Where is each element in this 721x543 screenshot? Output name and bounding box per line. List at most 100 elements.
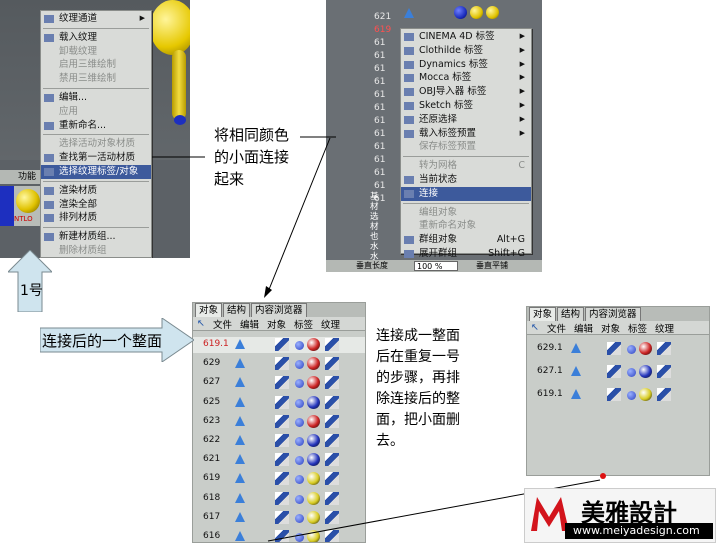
menu-item[interactable]: 载入纹理 — [41, 31, 151, 45]
phong-tag-icon[interactable] — [295, 437, 304, 446]
tab-0[interactable]: 对象 — [195, 303, 223, 317]
menu-item[interactable]: 编组对象 — [401, 206, 531, 220]
menu-item[interactable]: 删除材质组 — [41, 244, 151, 258]
menu-item[interactable]: Clothilde 标签 ▶ — [401, 44, 531, 58]
phong-tag-icon[interactable] — [295, 379, 304, 389]
object-row-number[interactable]: 61 — [374, 51, 385, 61]
texture-tag-icon[interactable] — [275, 357, 289, 371]
menu-item[interactable]: 卸载纹理 — [41, 45, 151, 59]
object-row-number[interactable]: 61 — [374, 64, 385, 74]
menu-item[interactable]: 查找第一活动材质 — [41, 151, 151, 165]
table-row[interactable]: 627.1 — [527, 364, 709, 380]
phong-tag-icon[interactable] — [295, 456, 304, 466]
object-row-number[interactable]: 621 — [374, 12, 391, 22]
object-row-number[interactable]: 61 — [374, 90, 385, 100]
phong-tag-icon[interactable] — [295, 360, 304, 370]
material-tag-icon[interactable] — [307, 491, 320, 505]
uvw-tag-icon[interactable] — [657, 388, 671, 401]
menu-item[interactable]: 编辑... — [41, 91, 151, 105]
menu-item[interactable]: 启用三维绘制 — [41, 58, 151, 72]
material-tag-icon[interactable] — [639, 342, 652, 355]
texture-tag-icon[interactable] — [275, 434, 289, 447]
menu-item[interactable]: 还原选择 ▶ — [401, 113, 531, 127]
object-row-number[interactable]: 61 — [374, 155, 385, 165]
menu-item[interactable]: 保存标签预置 — [401, 140, 531, 154]
object-row-number[interactable]: 61 — [374, 38, 385, 48]
phong-tag-icon[interactable] — [295, 533, 304, 542]
material-tag-icon[interactable] — [307, 434, 320, 447]
material-tag-icon[interactable] — [307, 510, 320, 524]
object-row-number[interactable]: 61 — [374, 181, 385, 191]
menu-item[interactable]: 重新命名... — [41, 119, 151, 133]
pointer-icon[interactable]: ↖ — [197, 318, 205, 329]
object-row-number[interactable]: 61 — [374, 116, 385, 126]
object-row-number[interactable]: 61 — [374, 129, 385, 139]
uvw-tag-icon[interactable] — [325, 453, 339, 467]
phong-tag-icon[interactable] — [295, 341, 304, 350]
texture-tag-icon[interactable] — [275, 338, 289, 351]
phong-tag-icon[interactable] — [295, 417, 304, 427]
menu-item[interactable]: 排列材质 — [41, 211, 151, 225]
table-row[interactable]: 629.1 — [527, 341, 709, 357]
texture-tag-icon[interactable] — [607, 365, 621, 378]
menu-item[interactable]: 载入标签预置 ▶ — [401, 127, 531, 141]
uvw-tag-icon[interactable] — [325, 434, 339, 447]
material-tag-icon[interactable] — [307, 376, 320, 390]
uvw-tag-icon[interactable] — [325, 530, 339, 542]
phong-tag-icon[interactable] — [295, 513, 304, 523]
table-row[interactable]: 619.1 — [193, 337, 365, 353]
menu-item[interactable]: 展开群组 Shift+G — [401, 247, 531, 261]
menu-item[interactable]: 渲染材质 — [41, 184, 151, 198]
menu-item[interactable]: 新建材质组... — [41, 230, 151, 244]
menubar-item[interactable]: 文件 — [213, 317, 232, 331]
menu-item[interactable]: 应用 — [41, 105, 151, 119]
phong-tag-icon[interactable] — [295, 494, 304, 504]
table-row[interactable]: 625 — [193, 395, 365, 411]
phong-tag-icon[interactable] — [627, 345, 636, 354]
menubar-item[interactable]: 编辑 — [574, 321, 593, 335]
texture-tag-icon[interactable] — [275, 510, 289, 524]
texture-tag-icon[interactable] — [275, 453, 289, 467]
object-row-number[interactable]: 61 — [374, 168, 385, 178]
tab-1[interactable]: 结构 — [223, 303, 251, 317]
phong-tag-icon[interactable] — [627, 391, 636, 400]
material-tag-icon[interactable] — [639, 388, 652, 401]
menu-item[interactable]: 连接 — [401, 186, 531, 201]
texture-tag-icon[interactable] — [275, 414, 289, 428]
menubar-item[interactable]: 对象 — [267, 317, 286, 331]
object-row-number[interactable]: 61 — [374, 77, 385, 87]
menu-item[interactable]: 选择活动对象材质 — [41, 137, 151, 151]
menu-item[interactable]: 当前状态 — [401, 173, 531, 187]
menubar-item[interactable]: 纹理 — [321, 317, 340, 331]
table-row[interactable]: 619.1 — [527, 387, 709, 403]
phong-tag-icon[interactable] — [627, 368, 636, 377]
material-tag-icon[interactable] — [307, 472, 320, 486]
material-tag-icon[interactable] — [307, 530, 320, 542]
menu-item[interactable]: OBJ导入器 标签 ▶ — [401, 85, 531, 99]
pointer-icon[interactable]: ↖ — [531, 322, 539, 333]
menubar-item[interactable]: 纹理 — [655, 321, 674, 335]
tab-1[interactable]: 结构 — [557, 307, 585, 321]
table-row[interactable]: 622 — [193, 433, 365, 449]
material-tag-icon[interactable] — [307, 453, 320, 467]
tab-2[interactable]: 内容浏览器 — [251, 303, 307, 317]
menubar-item[interactable]: 标签 — [294, 317, 313, 331]
menubar-item[interactable]: 编辑 — [240, 317, 259, 331]
texture-tag-icon[interactable] — [275, 395, 289, 409]
table-row[interactable]: 627 — [193, 375, 365, 391]
material-tag-icon[interactable] — [307, 338, 320, 351]
phong-tag-icon[interactable] — [295, 475, 304, 485]
uvw-tag-icon[interactable] — [325, 338, 339, 351]
menu-item[interactable]: Dynamics 标签 ▶ — [401, 58, 531, 72]
object-row-number[interactable]: 619 — [374, 25, 391, 35]
object-row-number[interactable]: 61 — [374, 103, 385, 113]
texture-tag-icon[interactable] — [275, 530, 289, 542]
object-row-number[interactable]: 61 — [374, 142, 385, 152]
tab-0[interactable]: 对象 — [529, 307, 557, 321]
texture-tag-icon[interactable] — [607, 388, 621, 401]
uvw-tag-icon[interactable] — [325, 376, 339, 390]
texture-tag-icon[interactable] — [607, 342, 621, 355]
menubar-item[interactable]: 标签 — [628, 321, 647, 335]
table-row[interactable]: 621 — [193, 452, 365, 468]
uvw-tag-icon[interactable] — [657, 365, 671, 378]
